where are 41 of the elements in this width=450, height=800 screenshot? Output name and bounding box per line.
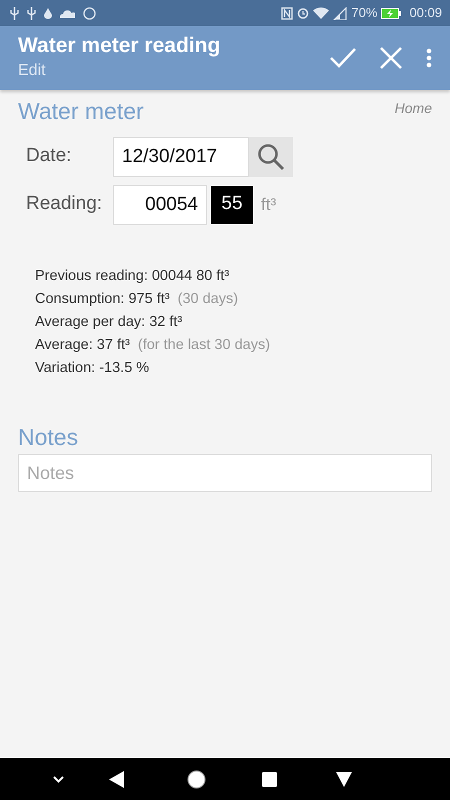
signal-icon bbox=[333, 6, 348, 20]
nfc-icon bbox=[281, 6, 294, 20]
stat-text: Variation: -13.5 % bbox=[35, 358, 150, 378]
more-icon bbox=[426, 48, 432, 68]
recents-icon[interactable] bbox=[262, 772, 277, 786]
section-title: Water meter bbox=[18, 97, 144, 126]
stat-text: Average per day: 32 ft³ bbox=[35, 312, 182, 332]
stat-text: Previous reading: 00044 80 ft³ bbox=[35, 266, 230, 286]
usb-icon bbox=[10, 6, 19, 20]
alarm-icon bbox=[297, 7, 310, 19]
unit-label: ft³ bbox=[261, 194, 276, 216]
date-field[interactable]: 12/30/2017 bbox=[113, 136, 249, 176]
drop-icon bbox=[44, 8, 52, 18]
circle-icon bbox=[83, 6, 96, 20]
cloud-icon bbox=[60, 8, 75, 18]
clock: 00:09 bbox=[409, 4, 442, 22]
screen-subtitle: Edit bbox=[18, 60, 47, 81]
stat-note: (for the last 30 days) bbox=[138, 336, 270, 354]
usb-icon bbox=[27, 6, 36, 20]
home-icon[interactable] bbox=[187, 770, 206, 788]
notification-icon[interactable] bbox=[336, 772, 352, 786]
check-icon bbox=[330, 48, 356, 68]
reading-field[interactable]: 00054 bbox=[113, 184, 207, 224]
back-icon[interactable] bbox=[109, 770, 124, 788]
stat-text: Consumption: 975 ft³ bbox=[35, 290, 170, 308]
field-label: Date: bbox=[26, 144, 72, 168]
section-title: Notes bbox=[18, 422, 80, 452]
chevron-down-icon[interactable] bbox=[53, 776, 64, 782]
search-icon bbox=[257, 142, 285, 170]
screen-title: Water meter reading bbox=[18, 33, 220, 59]
battery-charging-icon bbox=[381, 8, 402, 18]
battery-level: 70% bbox=[351, 4, 378, 22]
stat-text: Average: 37 ft³ bbox=[35, 336, 130, 354]
field-label: Reading: bbox=[26, 192, 104, 216]
close-icon bbox=[380, 47, 402, 69]
notes-field[interactable]: Notes bbox=[18, 454, 432, 492]
category-label: Home bbox=[394, 99, 432, 118]
wifi-icon bbox=[313, 7, 330, 19]
decimal-digits: 55 bbox=[211, 186, 253, 224]
search-button[interactable] bbox=[249, 136, 293, 176]
stat-note: (30 days) bbox=[178, 290, 238, 308]
